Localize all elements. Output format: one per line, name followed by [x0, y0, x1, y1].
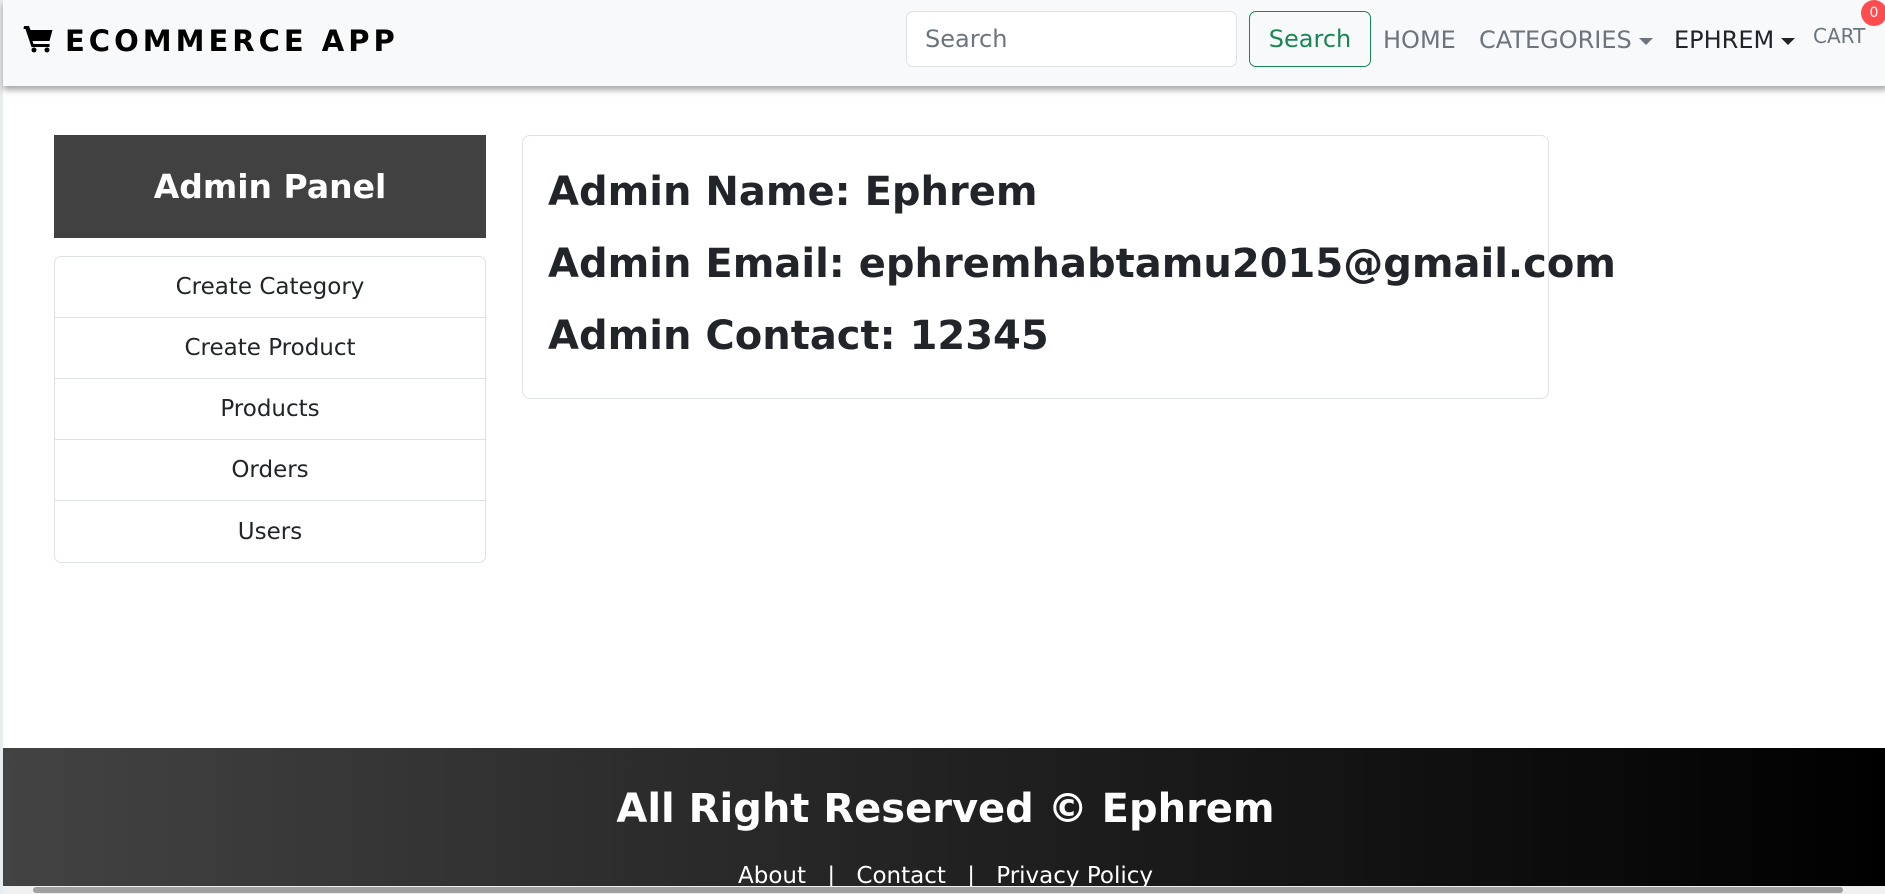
nav-user-label: EPHREM — [1674, 26, 1775, 54]
admin-contact: Admin Contact: 12345 — [548, 313, 1049, 359]
admin-menu: Create Category Create Product Products … — [54, 256, 486, 563]
search-button[interactable]: Search — [1249, 11, 1371, 67]
horizontal-scrollbar[interactable] — [3, 886, 1885, 894]
navbar: ECOMMERCE APP Search HOME CATEGORIES EPH… — [3, 0, 1885, 86]
menu-item-users[interactable]: Users — [55, 501, 485, 562]
search-input[interactable] — [906, 11, 1237, 67]
nav-home-label: HOME — [1383, 26, 1456, 54]
shopping-cart-icon — [23, 22, 55, 59]
footer-copyright: All Right Reserved © Ephrem — [616, 786, 1275, 832]
cart-count-badge: 0 — [1861, 0, 1885, 26]
admin-name: Admin Name: Ephrem — [548, 169, 1038, 215]
nav-user-dropdown[interactable]: EPHREM — [1674, 26, 1796, 54]
brand-name: ECOMMERCE APP — [65, 23, 399, 58]
chevron-down-icon — [1781, 37, 1796, 45]
menu-item-orders[interactable]: Orders — [55, 440, 485, 501]
chevron-down-icon — [1638, 37, 1653, 45]
admin-info-card: Admin Name: Ephrem Admin Email: ephremha… — [522, 135, 1616, 399]
nav-home-link[interactable]: HOME — [1383, 26, 1456, 54]
nav-categories-label: CATEGORIES — [1479, 26, 1632, 54]
admin-panel-title: Admin Panel — [54, 135, 486, 238]
admin-email: Admin Email: ephremhabtamu2015@gmail.com — [548, 241, 1616, 287]
page: ECOMMERCE APP Search HOME CATEGORIES EPH… — [0, 0, 1885, 894]
footer: All Right Reserved © Ephrem About | Cont… — [3, 748, 1885, 894]
menu-item-create-category[interactable]: Create Category — [55, 257, 485, 318]
nav-cart-label: CART — [1813, 24, 1866, 48]
nav-cart-link[interactable]: CART — [1813, 24, 1865, 48]
brand[interactable]: ECOMMERCE APP — [23, 22, 399, 59]
scrollbar-thumb[interactable] — [33, 887, 1843, 893]
menu-item-products[interactable]: Products — [55, 379, 485, 440]
menu-item-create-product[interactable]: Create Product — [55, 318, 485, 379]
nav-categories-dropdown[interactable]: CATEGORIES — [1479, 26, 1653, 54]
